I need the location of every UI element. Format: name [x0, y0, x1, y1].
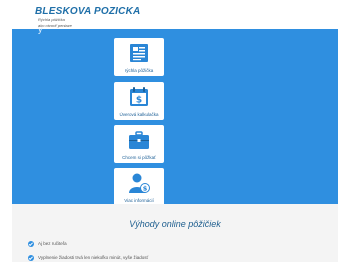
- card-label: rýchla pôžička: [124, 68, 154, 73]
- advantage-text: Vyplnenie žiadosti trvá len niekoľko min…: [38, 255, 149, 261]
- card-label: Úverová kalkulačka: [119, 112, 159, 117]
- advantages-section: Výhody online pôžičiek Aj bez ručiteľa V…: [12, 204, 338, 262]
- person-dollar-icon: $: [129, 173, 150, 193]
- site-logo-title[interactable]: BLESKOVA POZICKA: [35, 6, 140, 17]
- hero-section: y rýchla pôžička $ Úverová kalkulačka Ch…: [12, 24, 338, 206]
- card-label: Viac informácií: [124, 198, 154, 203]
- calendar-dollar-icon: $: [130, 87, 148, 106]
- check-icon: [28, 255, 34, 261]
- advantage-text: Aj bez ručiteľa: [38, 241, 67, 247]
- card-viac-informacii[interactable]: $ Viac informácií: [114, 168, 164, 206]
- hero-heading: y: [38, 24, 44, 34]
- card-uverova-kalkulacka[interactable]: $ Úverová kalkulačka: [114, 82, 164, 120]
- card-label: Chcem si pôžkať: [122, 155, 156, 160]
- site-tagline-1: Rýchla pôžička: [38, 17, 65, 22]
- section-title: Výhody online pôžičiek: [129, 219, 221, 229]
- list-item: Vyplnenie žiadosti trvá len niekoľko min…: [28, 255, 148, 261]
- card-rychla-pozicka[interactable]: rýchla pôžička: [114, 38, 164, 76]
- list-item: Aj bez ručiteľa: [28, 241, 67, 247]
- document-icon: [130, 44, 148, 62]
- svg-text:$: $: [143, 185, 148, 193]
- svg-text:$: $: [136, 96, 142, 106]
- briefcase-icon: [129, 131, 149, 149]
- check-icon: [28, 241, 34, 247]
- card-chcem-si-pozkat[interactable]: Chcem si pôžkať: [114, 125, 164, 163]
